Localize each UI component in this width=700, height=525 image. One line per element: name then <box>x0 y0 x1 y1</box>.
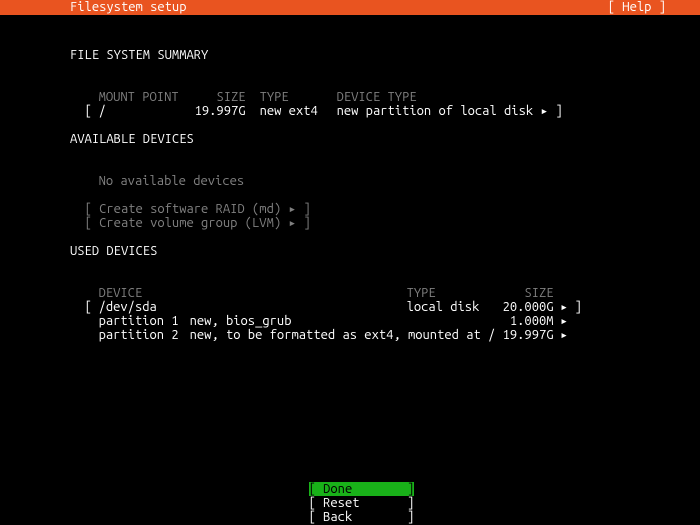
partition-row-2[interactable]: partition 2new, to be formatted as ext4,… <box>70 314 666 342</box>
fs-type: new ext4 <box>260 104 323 118</box>
used-devices-heading: USED DEVICES <box>70 244 666 258</box>
page-title: Filesystem setup <box>70 0 186 14</box>
title-bar: Filesystem setup [ Help ] <box>0 0 700 15</box>
available-devices-heading: AVAILABLE DEVICES <box>70 132 666 146</box>
size: 19.997G <box>190 104 246 118</box>
bracket-close: ] <box>556 104 563 118</box>
summary-row[interactable]: [/19.997G new ext4 new partition of local … <box>70 90 666 118</box>
device-type: new partition of local disk <box>337 104 534 118</box>
back-button[interactable]: [ Back] <box>294 496 414 524</box>
bracket-open: [ <box>85 104 99 118</box>
help-button[interactable]: [ Help ] <box>608 0 666 14</box>
triangle-right-icon: ▸ <box>288 216 296 230</box>
no-available-devices: No available devices <box>70 160 666 188</box>
partition-size: 19.997G <box>491 328 554 342</box>
triangle-right-icon: ▸ <box>554 328 575 342</box>
file-system-summary-heading: FILE SYSTEM SUMMARY <box>70 48 666 62</box>
partition-desc: new, to be formatted as ext4, mounted at… <box>190 328 491 342</box>
mount-point: / <box>99 104 190 118</box>
partition-name: partition 2 <box>99 328 190 342</box>
create-lvm-button[interactable]: [ Create volume group (LVM) ▸ ] <box>70 202 666 230</box>
